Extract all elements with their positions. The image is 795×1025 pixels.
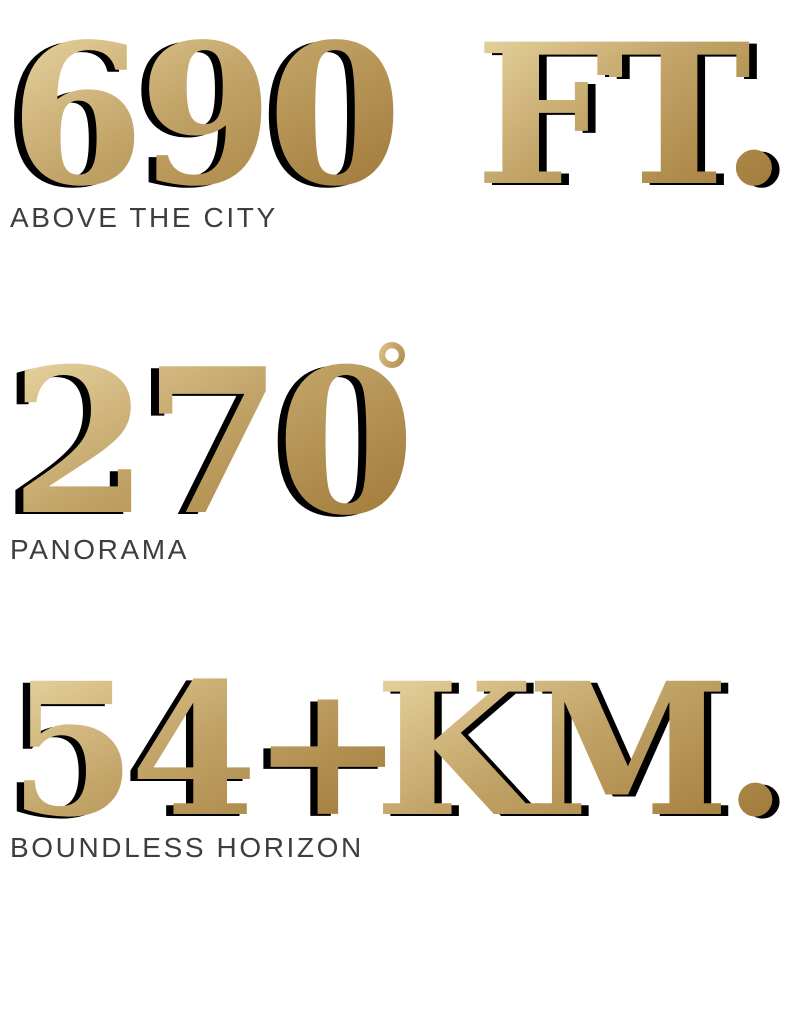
stat-horizon-unit: KM. xyxy=(375,643,782,858)
stat-panorama-figure: 270 xyxy=(10,325,409,560)
stat-horizon-figure: 54+ xyxy=(9,643,398,858)
stat-panorama: 270 270 ° PANORAMA xyxy=(0,325,795,570)
stat-horizon-numeral: 54+ 54+ KM. KM. xyxy=(2,643,795,860)
stat-horizon: 54+ 54+ KM. KM. BOUNDLESS HORIZON xyxy=(0,643,795,870)
degree-symbol: ° xyxy=(372,327,406,421)
stat-horizon-caption: BOUNDLESS HORIZON xyxy=(10,832,364,863)
stat-panorama-caption: PANORAMA xyxy=(10,534,189,565)
stat-height-unit: FT. xyxy=(475,1,781,229)
stat-height-figure: 690 xyxy=(10,1,397,229)
stat-height-caption: ABOVE THE CITY xyxy=(10,202,278,233)
stat-height: 690 690 FT. FT. ABOVE THE CITY xyxy=(0,0,795,240)
stat-panorama-numeral: 270 270 ° xyxy=(2,325,415,562)
stat-height-numeral: 690 690 FT. FT. xyxy=(2,1,795,231)
